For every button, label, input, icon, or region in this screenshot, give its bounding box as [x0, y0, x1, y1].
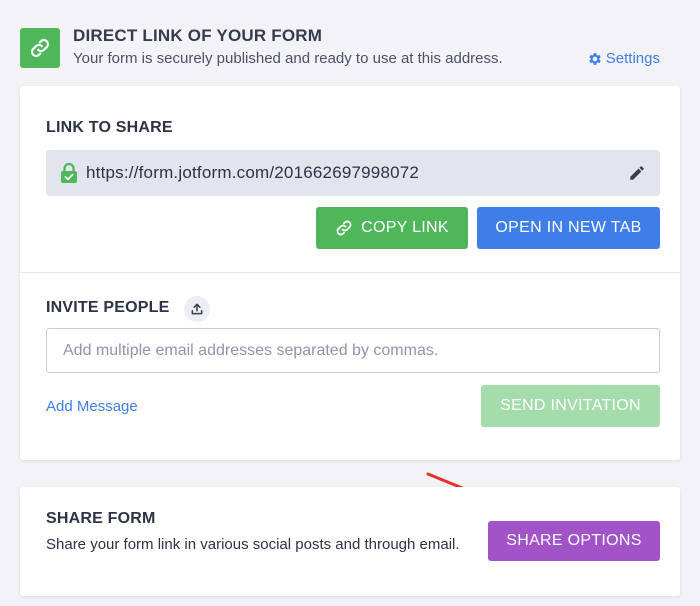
share-page: DIRECT LINK OF YOUR FORM Your form is se…: [0, 0, 700, 606]
section-divider: [20, 272, 680, 273]
link-section-title: LINK TO SHARE: [46, 119, 173, 136]
link-icon: [336, 220, 352, 236]
page-title: DIRECT LINK OF YOUR FORM: [73, 26, 323, 45]
page-subtitle: Your form is securely published and read…: [73, 50, 503, 67]
copy-link-label: COPY LINK: [361, 219, 449, 236]
send-invitation-button[interactable]: SEND INVITATION: [481, 385, 660, 427]
page-header: DIRECT LINK OF YOUR FORM Your form is se…: [20, 24, 680, 70]
upload-icon[interactable]: [184, 296, 210, 322]
form-url[interactable]: https://form.jotform.com/201662697998072: [86, 163, 419, 183]
copy-link-button[interactable]: COPY LINK: [316, 207, 468, 249]
share-section-title: SHARE FORM: [46, 510, 156, 527]
share-description: Share your form link in various social p…: [46, 536, 460, 553]
lock-icon: [60, 162, 78, 189]
link-icon: [20, 28, 60, 68]
pencil-icon[interactable]: [628, 164, 646, 187]
settings-link[interactable]: Settings: [587, 50, 660, 67]
share-options-button[interactable]: SHARE OPTIONS: [488, 521, 660, 561]
open-new-tab-button[interactable]: OPEN IN NEW TAB: [477, 207, 660, 249]
gear-icon: [589, 52, 601, 65]
settings-label: Settings: [605, 50, 660, 67]
share-form-card: SHARE FORM Share your form link in vario…: [20, 487, 680, 596]
add-message-link[interactable]: Add Message: [46, 398, 138, 415]
link-display: https://form.jotform.com/201662697998072: [46, 150, 660, 196]
share-link-card: LINK TO SHARE https://form.jotform.com/2…: [20, 86, 680, 460]
invite-section-title: INVITE PEOPLE: [46, 299, 170, 316]
email-invite-input[interactable]: [46, 328, 660, 373]
